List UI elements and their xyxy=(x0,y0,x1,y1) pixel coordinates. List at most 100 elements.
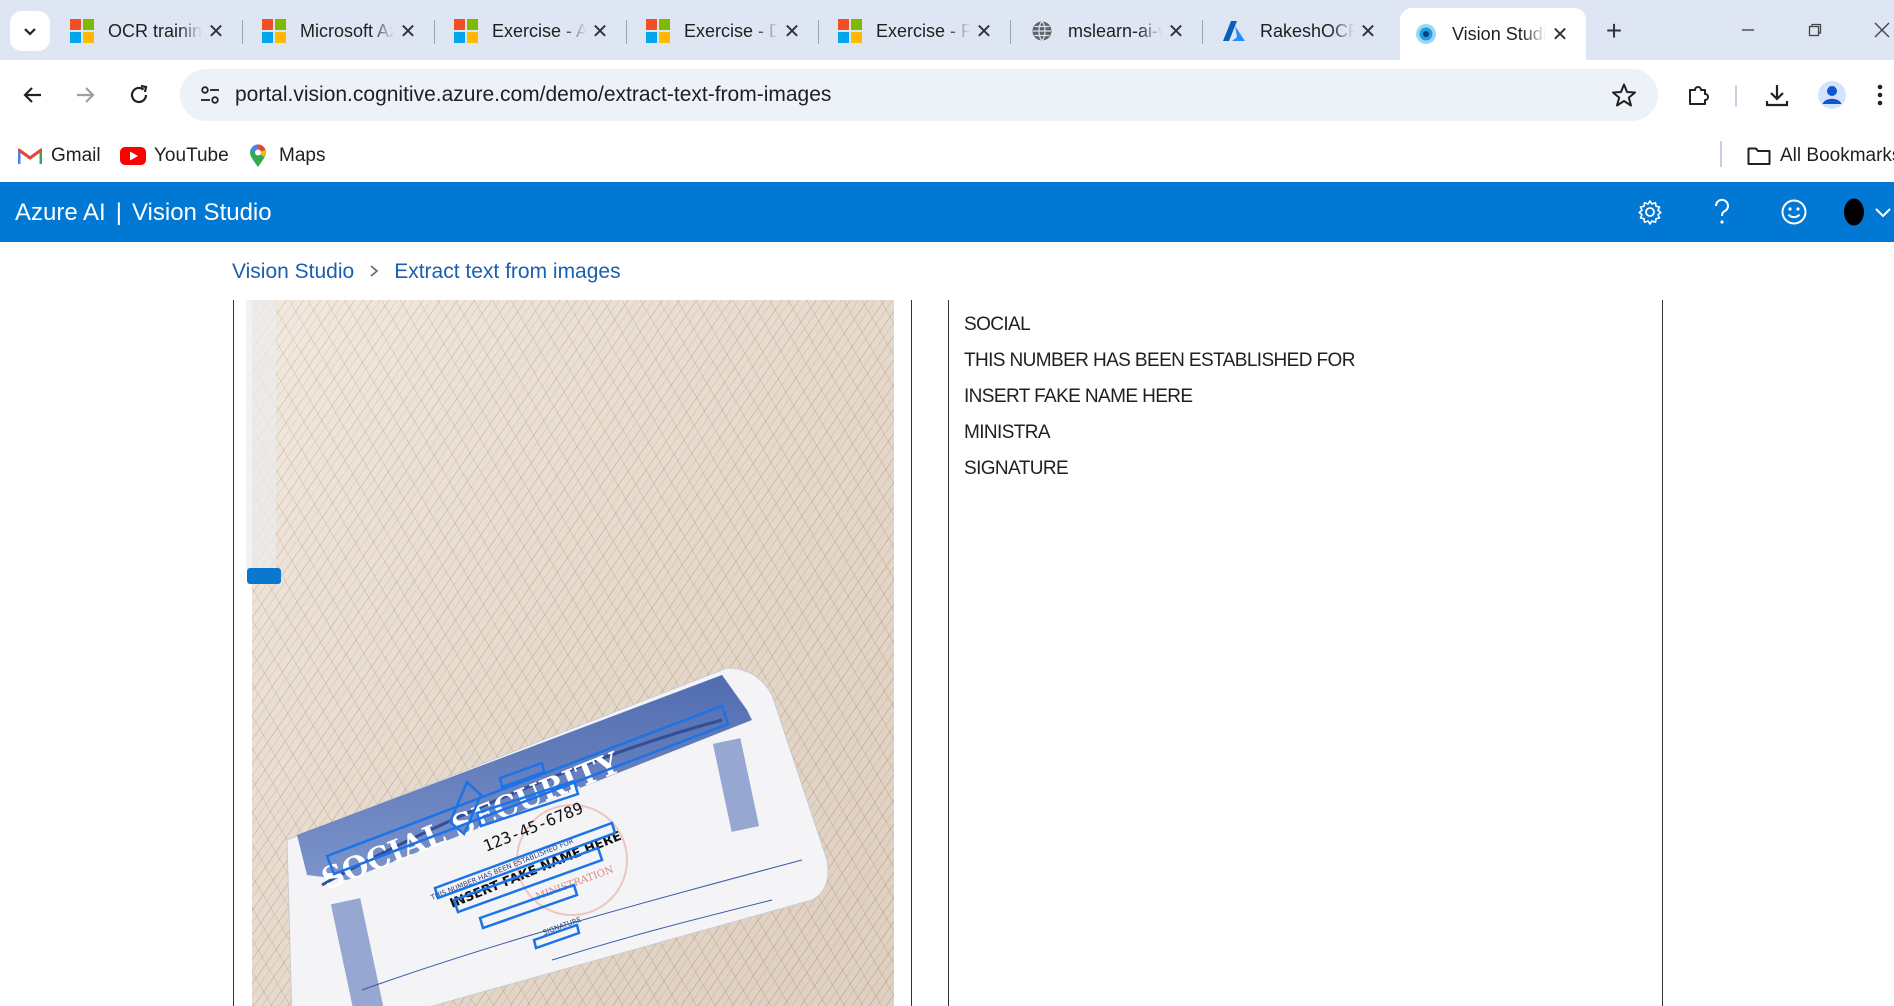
bookmark-star-icon[interactable] xyxy=(1610,81,1638,109)
profile-button[interactable] xyxy=(1815,78,1849,112)
breadcrumb-extract-text[interactable]: Extract text from images xyxy=(394,260,620,284)
reload-icon xyxy=(130,84,148,104)
bookmarks-bar: Gmail YouTube Maps All Bookmarks xyxy=(0,130,1894,182)
browser-tab-rakeshocr[interactable]: RakeshOCR ✕ xyxy=(1208,8,1394,54)
extensions-button[interactable] xyxy=(1682,78,1716,112)
close-tab-icon[interactable]: ✕ xyxy=(1546,20,1574,48)
app-header: Azure AI | Vision Studio xyxy=(0,182,1894,242)
microsoft-logo-icon xyxy=(70,19,94,43)
ocr-result-line: INSERT FAKE NAME HERE xyxy=(964,386,1193,407)
uploaded-image: SOCIAL SECURITY 123-45-6789 THIS NUMBER … xyxy=(252,300,894,1006)
all-bookmarks-button[interactable]: All Bookmarks xyxy=(1746,142,1894,170)
plus-icon: + xyxy=(1605,15,1623,46)
all-bookmarks-label: All Bookmarks xyxy=(1780,145,1894,166)
microsoft-logo-icon xyxy=(646,19,670,43)
youtube-icon xyxy=(120,145,146,167)
tab-search-button[interactable] xyxy=(10,11,50,51)
browser-menu-button[interactable] xyxy=(1870,78,1890,112)
browser-tab-exercise-1[interactable]: Exercise - Azure ✕ xyxy=(440,8,627,54)
site-info-icon[interactable] xyxy=(194,79,226,111)
close-tab-icon[interactable]: ✕ xyxy=(586,17,614,45)
bookmark-youtube[interactable]: YouTube xyxy=(120,142,229,170)
globe-icon xyxy=(1030,19,1054,43)
tab-title: Exercise - Azure xyxy=(492,20,586,41)
app-brand[interactable]: Azure AI | Vision Studio xyxy=(15,199,272,227)
puzzle-icon xyxy=(1689,86,1709,105)
chevron-down-icon xyxy=(1875,208,1891,218)
browser-tab-exercise-2[interactable]: Exercise - Detect ✕ xyxy=(632,8,819,54)
settings-button[interactable] xyxy=(1634,196,1666,228)
breadcrumb: Vision Studio Extract text from images xyxy=(232,258,621,286)
feedback-button[interactable] xyxy=(1778,196,1810,228)
image-preview-panel: SOCIAL SECURITY 123-45-6789 THIS NUMBER … xyxy=(233,300,912,1006)
account-avatar-icon xyxy=(1844,198,1864,226)
microsoft-logo-icon xyxy=(262,19,286,43)
new-tab-button[interactable]: + xyxy=(1597,14,1631,48)
forward-button[interactable] xyxy=(64,74,106,116)
breadcrumb-vision-studio[interactable]: Vision Studio xyxy=(232,260,354,284)
close-tab-icon[interactable]: ✕ xyxy=(1354,17,1382,45)
tab-title: Exercise - Detect xyxy=(684,20,778,41)
microsoft-logo-icon xyxy=(454,19,478,43)
browser-tab-vision-studio[interactable]: Vision Studio ✕ xyxy=(1400,8,1586,60)
tab-title: Vision Studio xyxy=(1452,23,1546,44)
browser-toolbar: portal.vision.cognitive.azure.com/demo/e… xyxy=(0,60,1894,130)
browser-tab-mslearn[interactable]: mslearn-ai-vision ✕ xyxy=(1016,8,1203,54)
ocr-result-line: SIGNATURE xyxy=(964,458,1069,479)
minimize-icon xyxy=(1742,29,1754,31)
account-menu-toggle[interactable] xyxy=(1872,196,1894,228)
folder-icon xyxy=(1746,145,1772,167)
ocr-result-line: MINISTRA xyxy=(964,422,1051,443)
bookmark-gmail[interactable]: Gmail xyxy=(17,142,101,170)
chevron-down-icon xyxy=(24,28,36,36)
ocr-result-line: SOCIAL xyxy=(964,314,1031,335)
tab-title: RakeshOCR xyxy=(1260,20,1354,41)
brand-azure-ai: Azure AI xyxy=(15,199,106,226)
url-text[interactable]: portal.vision.cognitive.azure.com/demo/e… xyxy=(235,83,831,107)
close-tab-icon[interactable]: ✕ xyxy=(970,17,998,45)
help-button[interactable] xyxy=(1706,196,1738,228)
close-tab-icon[interactable]: ✕ xyxy=(1162,17,1190,45)
brand-vision-studio: Vision Studio xyxy=(131,199,272,226)
browser-tab-exercise-3[interactable]: Exercise - Read ✕ xyxy=(824,8,1011,54)
restore-button[interactable] xyxy=(1795,10,1835,50)
minimize-button[interactable] xyxy=(1728,10,1768,50)
kebab-menu-icon xyxy=(1877,84,1883,106)
browser-tab-ocr-training[interactable]: OCR training ✕ xyxy=(56,8,243,54)
image-scrollbar-thumb[interactable] xyxy=(247,568,281,584)
arrow-right-icon xyxy=(77,87,95,103)
download-icon xyxy=(1765,85,1789,107)
tab-title: mslearn-ai-vision xyxy=(1068,20,1162,41)
browser-tab-strip: OCR training ✕ Microsoft Azure ✕ Exercis… xyxy=(0,0,1894,60)
bookmark-label: YouTube xyxy=(154,145,229,166)
address-bar[interactable]: portal.vision.cognitive.azure.com/demo/e… xyxy=(180,69,1658,121)
close-tab-icon[interactable]: ✕ xyxy=(202,17,230,45)
close-tab-icon[interactable]: ✕ xyxy=(778,17,806,45)
tab-title: OCR training xyxy=(108,20,202,41)
reload-button[interactable] xyxy=(118,74,160,116)
feedback-smiley-icon xyxy=(1781,199,1807,225)
account-button[interactable] xyxy=(1834,196,1874,228)
tab-title: Microsoft Azure xyxy=(300,20,394,41)
tab-title: Exercise - Read xyxy=(876,20,970,41)
ocr-result-line: THIS NUMBER HAS BEEN ESTABLISHED FOR xyxy=(964,350,1355,371)
close-tab-icon[interactable]: ✕ xyxy=(394,17,422,45)
profile-avatar-icon xyxy=(1818,81,1846,109)
close-window-button[interactable] xyxy=(1862,10,1894,50)
restore-icon xyxy=(1808,23,1822,37)
downloads-button[interactable] xyxy=(1760,78,1794,112)
bookmark-maps[interactable]: Maps xyxy=(245,142,325,170)
breadcrumb-chevron-icon xyxy=(368,260,380,284)
browser-tab-microsoft[interactable]: Microsoft Azure ✕ xyxy=(248,8,435,54)
settings-icon xyxy=(1638,200,1662,225)
image-scrollbar-track[interactable] xyxy=(246,300,276,570)
help-icon xyxy=(1714,198,1729,224)
arrow-left-icon xyxy=(23,87,41,103)
bookmark-label: Gmail xyxy=(51,145,101,166)
brand-separator: | xyxy=(115,199,122,226)
back-button[interactable] xyxy=(12,74,54,116)
bookmark-label: Maps xyxy=(279,145,326,166)
maps-icon xyxy=(245,144,271,167)
vision-studio-icon xyxy=(1414,22,1438,46)
ocr-result-panel: SOCIAL THIS NUMBER HAS BEEN ESTABLISHED … xyxy=(948,300,1663,1006)
